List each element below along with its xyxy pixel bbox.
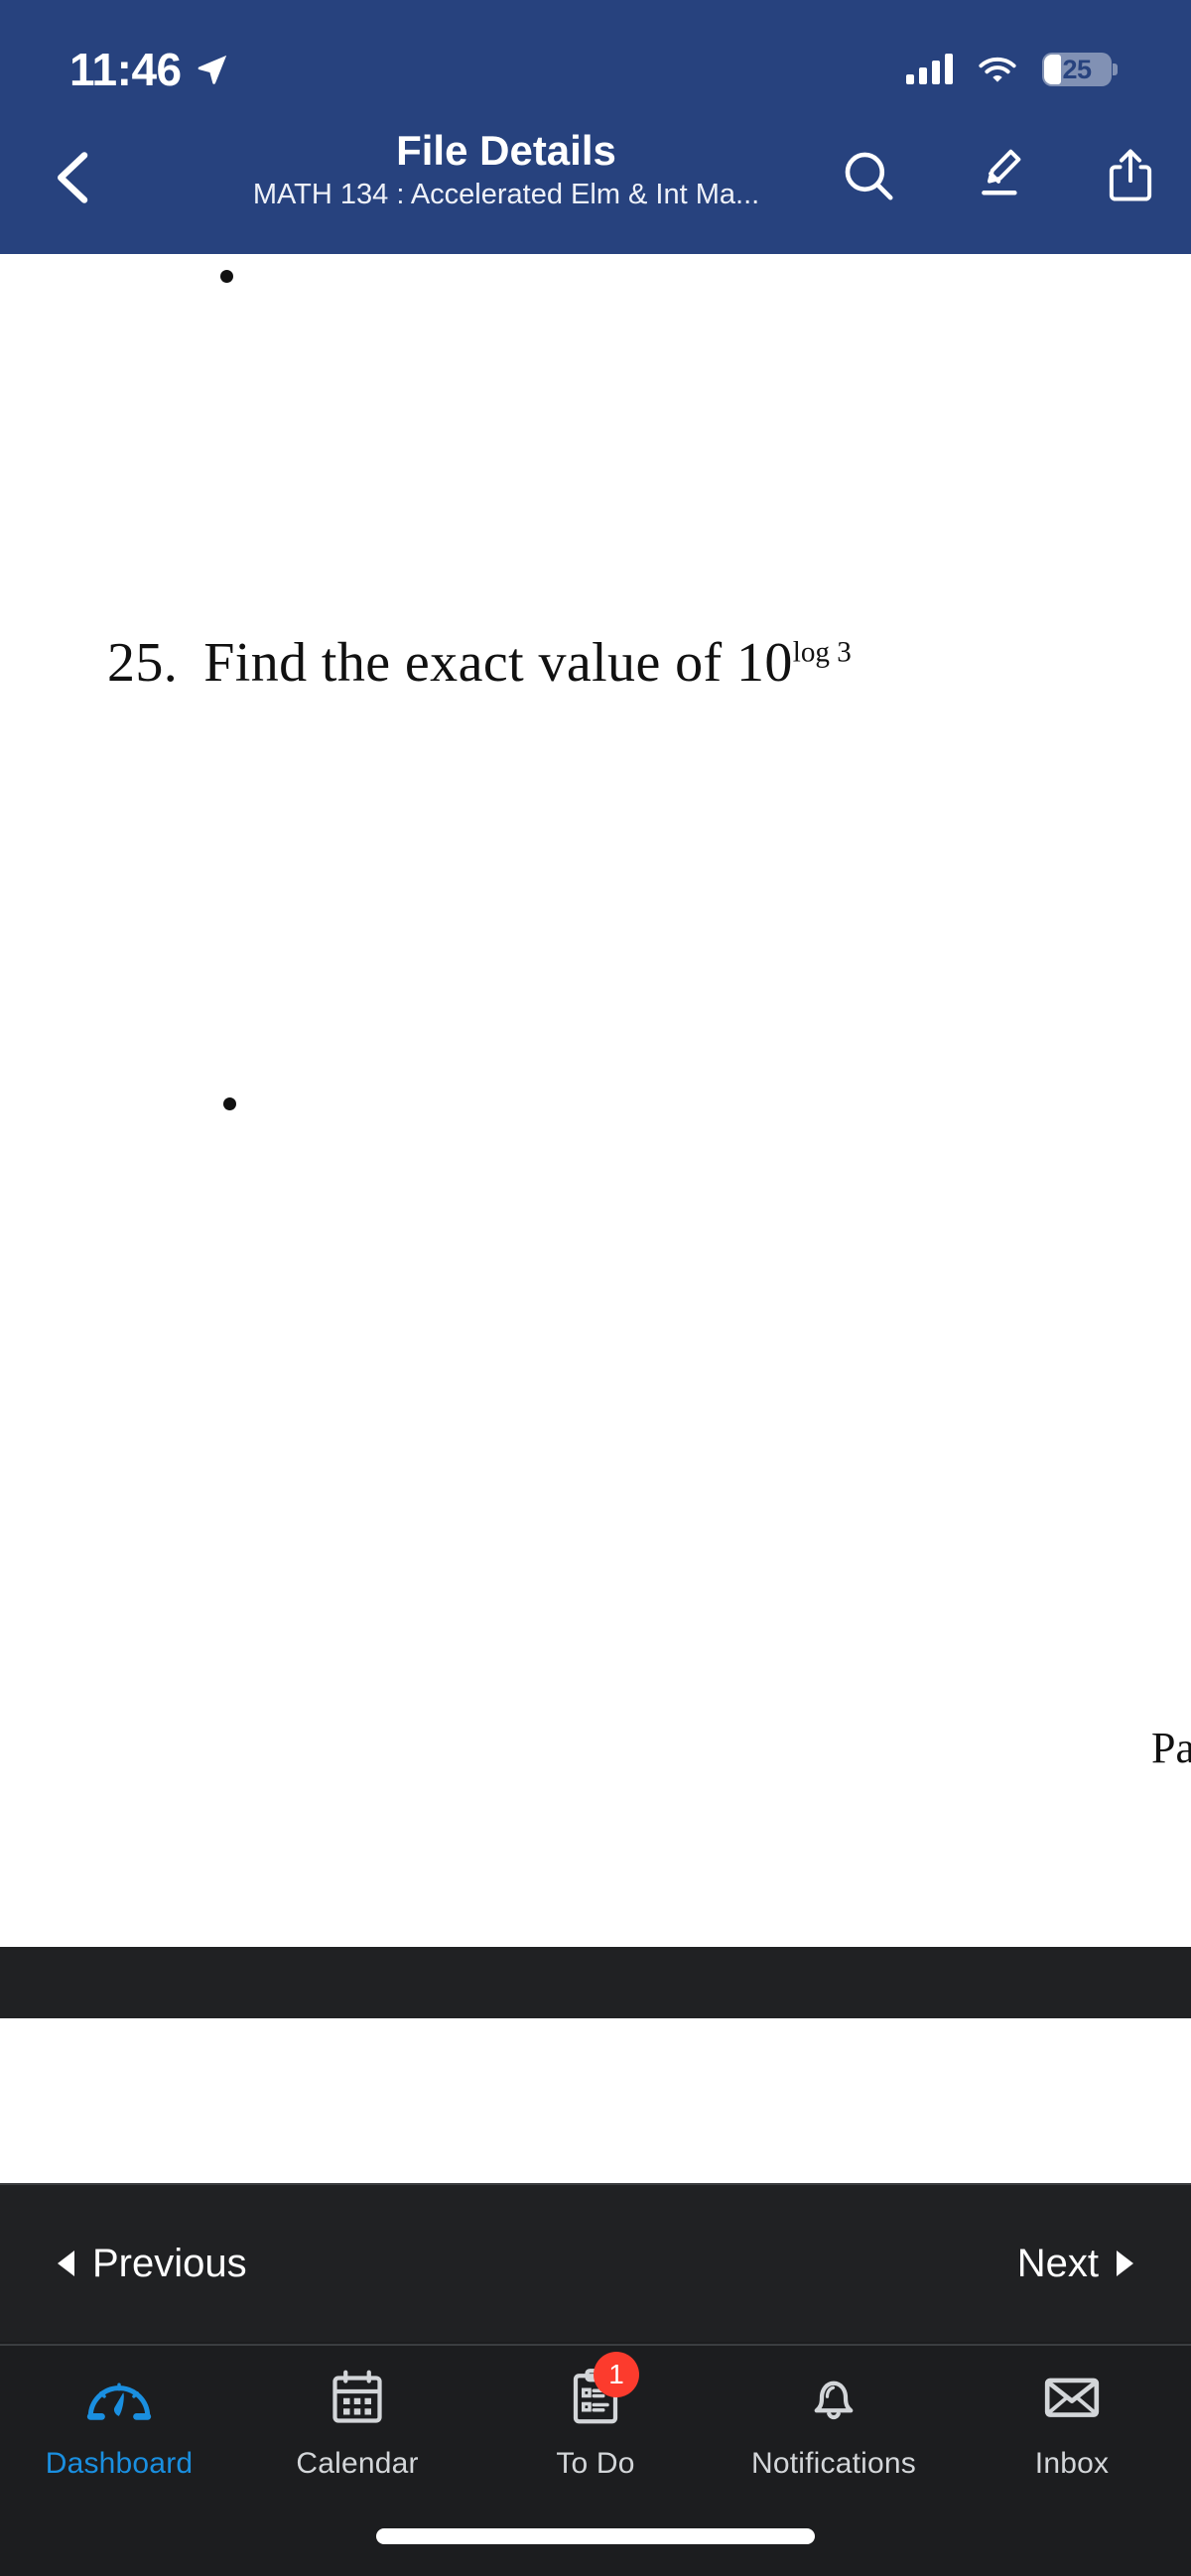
battery-percent-label: 25 xyxy=(1062,54,1092,84)
calendar-icon xyxy=(320,2362,395,2433)
status-bar-right: 25 xyxy=(906,53,1131,86)
nav-title-block: File Details MATH 134 : Accelerated Elm … xyxy=(119,127,893,211)
bottom-tab-bar: Dashboard Calendar 1 To Do Notifications… xyxy=(0,2344,1191,2514)
next-label: Next xyxy=(1016,2241,1099,2285)
tab-label: Inbox xyxy=(1034,2447,1110,2480)
tab-calendar[interactable]: Calendar xyxy=(238,2362,476,2481)
cellular-signal-icon xyxy=(906,54,953,84)
home-indicator-area xyxy=(0,2514,1191,2576)
search-button[interactable] xyxy=(834,139,903,216)
next-button[interactable]: Next xyxy=(1017,2242,1133,2286)
document-page-2 xyxy=(0,2018,1191,2183)
todo-badge: 1 xyxy=(594,2352,639,2397)
chevron-left-icon xyxy=(45,148,104,212)
back-button[interactable] xyxy=(30,135,119,224)
share-button[interactable] xyxy=(1096,139,1165,216)
wifi-icon xyxy=(977,54,1018,85)
highlighter-icon xyxy=(972,145,1027,211)
page-navigation-bar: Previous Next xyxy=(0,2183,1191,2342)
triangle-right-icon xyxy=(1117,2251,1133,2276)
tab-label: Calendar xyxy=(296,2447,419,2480)
bell-icon xyxy=(796,2362,871,2433)
tab-inbox[interactable]: Inbox xyxy=(953,2362,1191,2481)
question-number: 25. xyxy=(107,632,179,694)
page-title: File Details xyxy=(396,127,616,174)
page-footer-label: Pa xyxy=(1151,1724,1191,1772)
share-icon xyxy=(1103,145,1158,211)
home-indicator[interactable] xyxy=(376,2528,815,2544)
question-text: Find the exact value of 10 xyxy=(203,632,793,694)
page-separator xyxy=(0,1947,1191,2018)
dashboard-gauge-icon xyxy=(81,2362,157,2433)
clipboard-list-icon: 1 xyxy=(558,2352,639,2433)
tab-notifications[interactable]: Notifications xyxy=(715,2362,953,2481)
status-time: 11:46 xyxy=(69,44,182,95)
triangle-left-icon xyxy=(58,2251,74,2276)
document-viewer[interactable]: 25. Find the exact value of 10log 3 Pa xyxy=(0,254,1191,2183)
previous-label: Previous xyxy=(92,2241,247,2285)
envelope-icon xyxy=(1034,2362,1110,2433)
status-bar: 11:46 25 xyxy=(0,0,1191,117)
page-marker-dot xyxy=(220,270,233,283)
question-line: 25. Find the exact value of 10log 3 xyxy=(107,631,852,695)
battery-icon: 25 xyxy=(1042,53,1118,86)
previous-button[interactable]: Previous xyxy=(58,2242,247,2286)
status-bar-left: 11:46 xyxy=(69,47,229,92)
search-icon xyxy=(840,147,897,209)
tab-label: Notifications xyxy=(750,2447,916,2480)
question-exponent: log 3 xyxy=(792,636,852,669)
page-marker-dot xyxy=(223,1097,236,1110)
nav-actions xyxy=(834,139,1165,216)
tab-label: To Do xyxy=(556,2447,635,2480)
course-subtitle: MATH 134 : Accelerated Elm & Int Ma... xyxy=(252,179,760,210)
navigation-bar: File Details MATH 134 : Accelerated Elm … xyxy=(0,117,1191,254)
document-page-1: 25. Find the exact value of 10log 3 Pa xyxy=(0,254,1191,1947)
tab-label: Dashboard xyxy=(45,2447,194,2480)
tab-todo[interactable]: 1 To Do xyxy=(476,2352,715,2481)
tab-dashboard[interactable]: Dashboard xyxy=(0,2362,238,2481)
location-arrow-icon xyxy=(196,53,229,86)
annotate-button[interactable] xyxy=(965,139,1034,216)
